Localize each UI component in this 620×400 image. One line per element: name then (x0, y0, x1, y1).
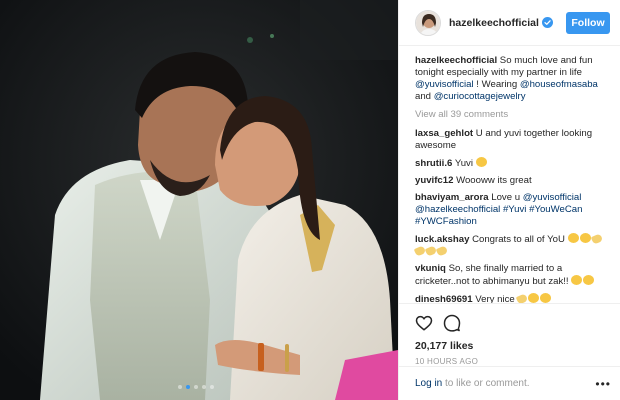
grin-emoji-icon (528, 293, 540, 303)
heart-icon[interactable] (415, 314, 433, 332)
comment-item: luck.akshay Congrats to all of YoU (413, 233, 613, 258)
comments-list: hazelkeechofficial So much love and fun … (399, 47, 620, 303)
comment-username[interactable]: vkuniq (415, 263, 446, 274)
post-actions: 20,177 likes 10 HOURS AGO (399, 303, 620, 366)
carousel-dot (178, 385, 182, 389)
post-side-panel: hazelkeechofficial Follow hazelkeechoffi… (398, 0, 620, 400)
comment-text: Very nice (475, 294, 515, 303)
caption-mention[interactable]: @curiocottagejewelry (434, 91, 526, 102)
post-caption: hazelkeechofficial So much love and fun … (415, 55, 613, 103)
caption-text: ! Wearing (476, 79, 518, 90)
carousel-dot (194, 385, 198, 389)
comment-mention[interactable]: @hazelkeechofficial (415, 204, 500, 215)
likes-count[interactable]: 20,177 likes (415, 340, 605, 352)
caption-mention[interactable]: @yuvisofficial (415, 79, 474, 90)
comment-text: Love u (491, 192, 521, 203)
header-username[interactable]: hazelkeechofficial (449, 17, 539, 29)
comment-username[interactable]: dinesh69691 (415, 294, 473, 303)
comment-item: bhaviyam_arora Love u @yuvisofficial @ha… (415, 192, 613, 228)
caption-mention[interactable]: @houseofmasaba (520, 79, 598, 90)
comment-username[interactable]: bhaviyam_arora (415, 192, 489, 203)
post-header: hazelkeechofficial Follow (399, 0, 620, 46)
comment-username[interactable]: yuvifc12 (415, 175, 453, 186)
comment-text: Congrats to all of YoU (472, 234, 565, 245)
caption-username[interactable]: hazelkeechofficial (415, 55, 497, 66)
carousel-dot (210, 385, 214, 389)
follow-button[interactable]: Follow (566, 11, 610, 34)
clap-emoji-icon (435, 245, 449, 257)
post-photo[interactable] (0, 0, 398, 400)
comment-item: vkuniq So, she finally married to a cric… (415, 263, 613, 288)
comment-text: Woooww its great (456, 175, 532, 186)
carousel-dot-active (186, 385, 190, 389)
clap-emoji-icon (590, 233, 603, 245)
grin-emoji-icon (540, 293, 552, 303)
carousel-dot (202, 385, 206, 389)
comment-mention[interactable]: @yuvisofficial (523, 192, 582, 203)
couple-photo-illustration (0, 0, 398, 400)
clap-emoji-icon (516, 293, 529, 303)
grin-emoji-icon (579, 233, 591, 243)
grin-emoji-icon (571, 275, 583, 285)
more-options-icon[interactable]: ••• (595, 377, 611, 391)
post-timestamp[interactable]: 10 HOURS AGO (415, 357, 605, 366)
login-bar: Log in to like or comment. ••• (399, 366, 620, 400)
comment-item: dinesh69691 Very nice (415, 293, 613, 303)
comment-item: shrutii.6 Yuvi (415, 157, 613, 170)
clap-emoji-icon (424, 245, 438, 257)
comment-username[interactable]: laxsa_gehlot (415, 128, 473, 139)
caption-text: and (415, 91, 432, 102)
comment-text: Yuvi (454, 158, 473, 169)
avatar[interactable] (415, 9, 441, 36)
carousel-dots (178, 385, 214, 389)
comment-bubble-icon[interactable] (443, 314, 461, 332)
view-all-comments-link[interactable]: View all 39 comments (415, 109, 613, 120)
grin-emoji-icon (567, 233, 579, 243)
comment-item: yuvifc12 Woooww its great (415, 175, 613, 187)
clap-emoji-icon (413, 245, 427, 257)
comment-username[interactable]: shrutii.6 (415, 158, 452, 169)
login-text: to like or comment. (445, 378, 530, 389)
comment-item: laxsa_gehlot U and yuvi together looking… (415, 128, 613, 152)
comment-username[interactable]: luck.akshay (415, 234, 469, 245)
grin-emoji-icon (583, 275, 595, 285)
action-icons (415, 312, 605, 334)
login-link[interactable]: Log in (415, 378, 442, 389)
smile-emoji-icon (475, 157, 487, 167)
verified-badge-icon (541, 17, 553, 28)
